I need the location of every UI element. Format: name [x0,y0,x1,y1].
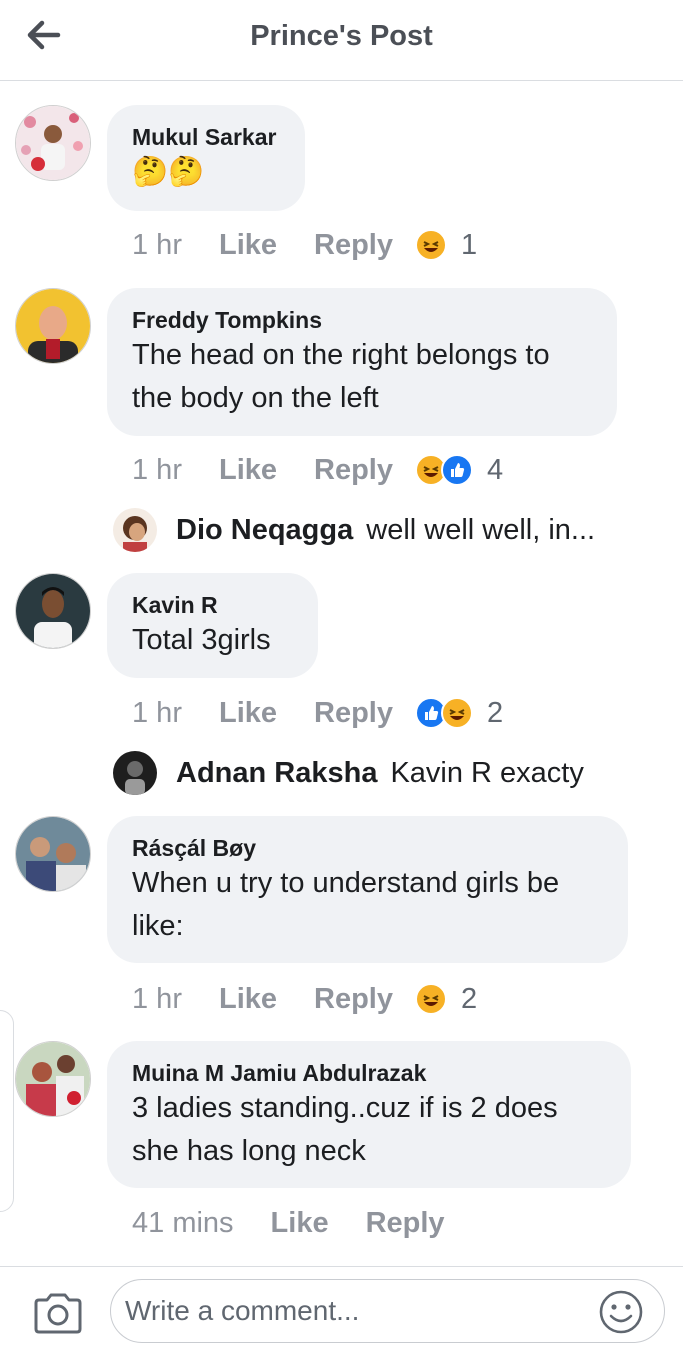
reply-button[interactable]: Reply [314,697,393,730]
reaction-count: 4 [487,453,504,486]
avatar[interactable] [15,573,91,649]
comment-text: 3 ladies standing..cuz if is 2 does she … [132,1092,558,1167]
comment-bubble: Kavin R Total 3girls [107,573,318,678]
like-button[interactable]: Like [219,454,277,487]
like-button[interactable]: Like [219,697,277,730]
haha-reaction-icon [415,983,447,1015]
like-button[interactable]: Like [219,983,277,1016]
comment-bubble: Freddy Tompkins The head on the right be… [107,288,617,436]
comment-actions: 1 hr Like Reply 2 [132,979,477,1019]
side-drawer-handle[interactable] [0,1010,14,1212]
comment-time[interactable]: 41 mins [132,1207,234,1240]
reply-button[interactable]: Reply [314,229,393,262]
reaction-summary[interactable] [415,983,447,1015]
emoji-button[interactable] [598,1289,644,1335]
reply-button[interactable]: Reply [314,983,393,1016]
post-header: Prince's Post [0,0,683,81]
reply-preview[interactable]: Adnan Raksha Kavin R exacty [113,749,584,797]
like-button[interactable]: Like [271,1207,329,1240]
comment-actions: 1 hr Like Reply 1 [132,225,477,265]
comment-composer [0,1266,683,1350]
reply-author[interactable]: Dio Neqagga [176,514,353,547]
comment-time[interactable]: 1 hr [132,983,182,1016]
comment-text: The head on the right belongs to the bod… [132,339,550,414]
reaction-count: 2 [461,982,478,1015]
reaction-summary[interactable] [415,454,473,486]
comment-author[interactable]: Mukul Sarkar [132,123,280,151]
camera-icon [34,1293,82,1334]
comment-actions: 1 hr Like Reply 2 [132,693,503,733]
avatar[interactable] [15,1041,91,1117]
reply-button[interactable]: Reply [314,454,393,487]
comment-input[interactable] [110,1279,665,1343]
haha-reaction-icon [441,697,473,729]
reply-button[interactable]: Reply [366,1207,445,1240]
comment-bubble: Muina M Jamiu Abdulrazak 3 ladies standi… [107,1041,631,1188]
comment-time[interactable]: 1 hr [132,697,182,730]
reaction-count: 1 [461,228,478,261]
comment-author[interactable]: Muina M Jamiu Abdulrazak [132,1059,606,1087]
avatar[interactable] [15,288,91,364]
like-reaction-icon [441,454,473,486]
reply-preview[interactable]: Dio Neqagga well well well, in... [113,506,595,554]
like-button[interactable]: Like [219,229,277,262]
comment-actions: 1 hr Like Reply 4 [132,450,503,490]
comment-actions: 41 mins Like Reply [132,1203,467,1243]
comment-author[interactable]: Kavin R [132,591,293,619]
page-title: Prince's Post [250,20,433,52]
avatar [113,508,157,552]
comment-time[interactable]: 1 hr [132,454,182,487]
smiley-icon [599,1290,643,1334]
comment-time[interactable]: 1 hr [132,229,182,262]
comment-author[interactable]: Rásçál Bøy [132,834,603,862]
avatar [113,751,157,795]
reply-author[interactable]: Adnan Raksha [176,757,377,790]
reply-text: well well well, in... [366,513,596,546]
reaction-summary[interactable] [415,697,473,729]
haha-reaction-icon [415,229,447,261]
comment-text: 🤔🤔 [132,156,205,188]
avatar[interactable] [15,105,91,181]
comment-author[interactable]: Freddy Tompkins [132,306,592,334]
comment-text: Total 3girls [132,624,271,656]
comment-text: When u try to understand girls be like: [132,867,560,942]
comment-bubble: Mukul Sarkar 🤔🤔 [107,105,305,211]
comment-bubble: Rásçál Bøy When u try to understand girl… [107,816,628,963]
avatar[interactable] [15,816,91,892]
reaction-summary[interactable] [415,229,447,261]
camera-button[interactable] [32,1291,84,1335]
reaction-count: 2 [487,696,504,729]
reply-text: Kavin R exacty [390,756,584,789]
